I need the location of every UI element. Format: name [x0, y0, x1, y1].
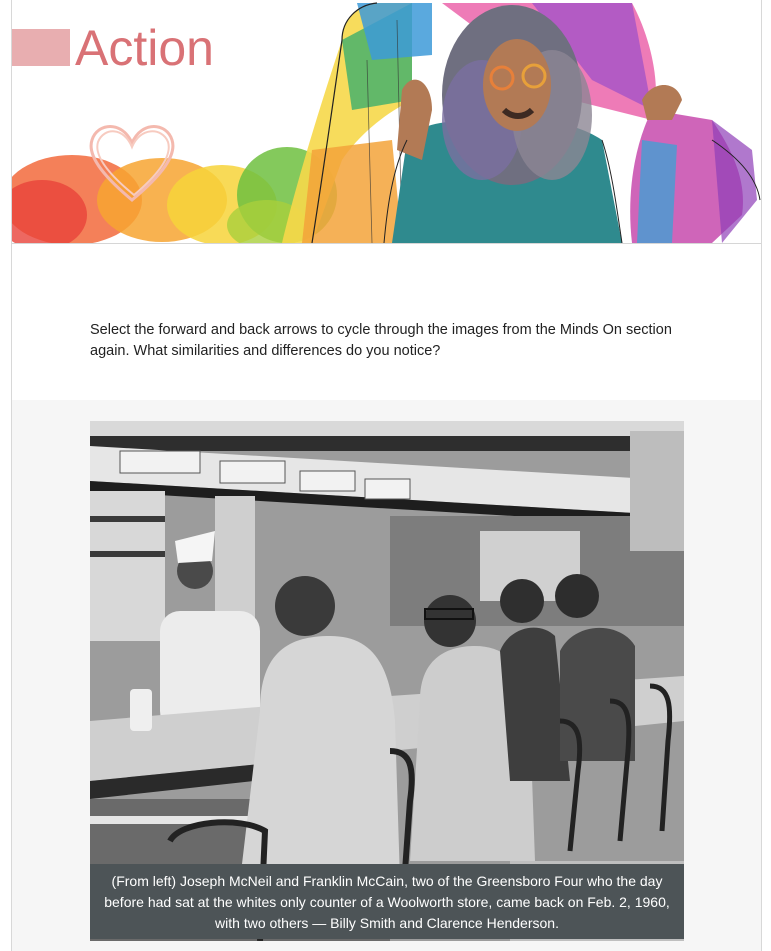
title-accent-block	[12, 29, 70, 66]
lunch-counter-image	[90, 421, 684, 941]
image-gallery: (From left) Joseph McNeil and Franklin M…	[12, 400, 761, 951]
lesson-page: Action Select the forward and back arrow…	[11, 0, 762, 951]
instructions-text: Select the forward and back arrows to cy…	[90, 322, 672, 359]
photo-caption: (From left) Joseph McNeil and Franklin M…	[90, 864, 684, 939]
action-banner: Action	[12, 0, 761, 244]
heart-icon	[89, 125, 175, 202]
gallery-photo	[90, 421, 684, 941]
page-title: Action	[75, 20, 214, 76]
